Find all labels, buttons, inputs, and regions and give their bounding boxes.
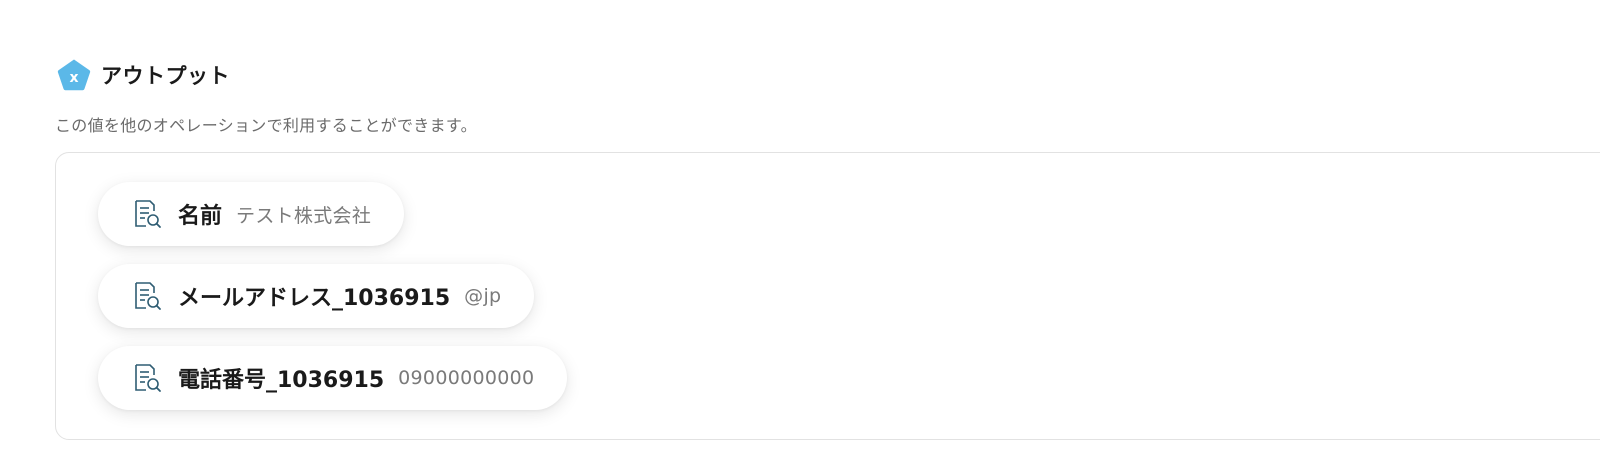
document-search-icon [132,362,162,394]
chip-label: 電話番号_1036915 [178,368,385,393]
output-title: アウトプット [101,64,230,88]
chip-value: テスト株式会社 [236,204,372,227]
variable-x-pentagon-icon: x [56,58,92,92]
output-section: x アウトプット [55,58,230,92]
document-search-icon [132,198,162,230]
output-description: この値を他のオペレーションで利用することができます。 [55,116,477,135]
chip-label: 名前 [178,204,223,229]
chip-value: 09000000000 [398,367,535,389]
svg-text:x: x [69,70,78,86]
output-variable-chip-phone[interactable]: 電話番号_1036915 09000000000 [98,346,568,410]
output-variable-list: 名前 テスト株式会社 メールアドレス_1036915 @jp 電話番号_1036… [98,182,568,428]
output-variable-chip-email[interactable]: メールアドレス_1036915 @jp [98,264,535,328]
output-variable-chip-name[interactable]: 名前 テスト株式会社 [98,182,405,246]
output-header: x アウトプット [55,58,230,92]
document-search-icon [132,280,162,312]
chip-value: @jp [464,285,502,307]
chip-label: メールアドレス_1036915 [178,286,451,311]
